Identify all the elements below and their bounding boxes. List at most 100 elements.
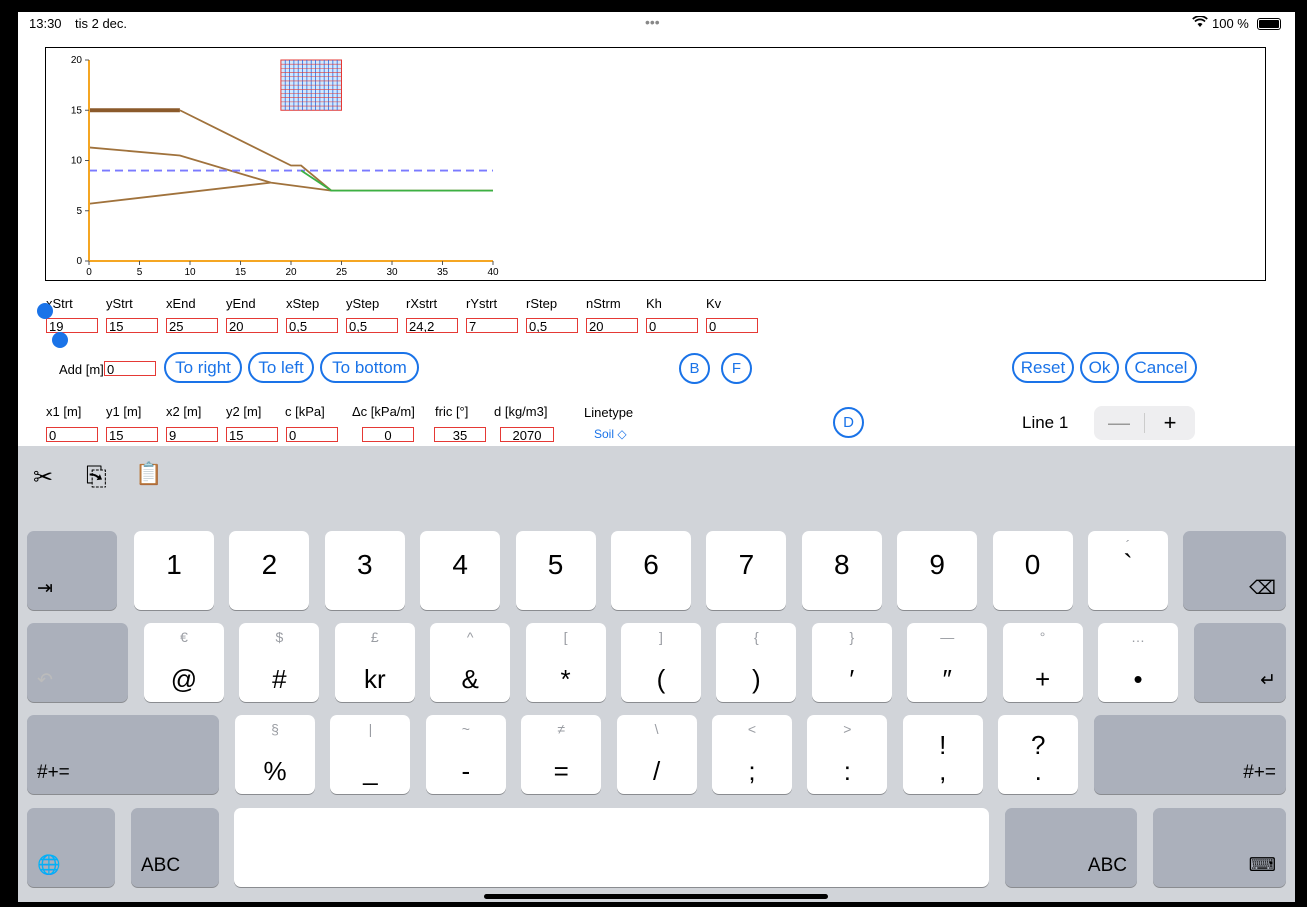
key-r2-4-secondary: [ (563, 629, 568, 645)
add-field[interactable]: 0 (104, 361, 156, 376)
row1-field-4[interactable]: 0,5 (286, 318, 338, 333)
key-9[interactable]: 0 (992, 531, 1073, 610)
to-right-button[interactable]: To right (164, 352, 242, 383)
row1-field-7[interactable]: 7 (466, 318, 518, 333)
x-tick-label: 35 (437, 267, 449, 278)
key-2[interactable]: 3 (324, 531, 405, 610)
row1-field-8[interactable]: 0,5 (526, 318, 578, 333)
row1-field-2[interactable]: 25 (166, 318, 218, 333)
row2-field-6[interactable]: 35 (434, 427, 486, 442)
backspace-key[interactable]: ⌫ (1183, 531, 1286, 610)
key-3-label: 4 (452, 549, 468, 580)
series-line-1 (179, 109, 493, 192)
key-r2-9[interactable]: ° + (1002, 623, 1083, 702)
row2-label-5: Δc [kPa/m] (352, 404, 415, 419)
key-r2-8[interactable]: — ″ (907, 623, 988, 702)
row1-field-11[interactable]: 0 (706, 318, 758, 333)
key-r3-1[interactable]: | _ (330, 715, 411, 794)
x-tick-label: 20 (285, 267, 297, 278)
key-r3-2-secondary: ~ (461, 721, 470, 737)
key-r2-6[interactable]: {) (716, 623, 797, 702)
abc-right-key[interactable]: ABC (1005, 808, 1137, 887)
key-r2-10[interactable]: … • (1098, 623, 1178, 702)
row1-field-3[interactable]: 20 (226, 318, 278, 333)
row2-field-5[interactable]: 0 (362, 427, 414, 442)
key-r2-1[interactable]: $ # (239, 623, 320, 702)
stepper-minus[interactable]: — (1094, 406, 1144, 440)
key-r3-4[interactable]: \ / (616, 715, 697, 794)
linetype-select[interactable]: Soil ◇ (594, 427, 627, 441)
tab-key[interactable]: ⇥ (27, 531, 117, 610)
key-r3-5-secondary: < (747, 721, 757, 737)
row1-field-10[interactable]: 0 (646, 318, 698, 333)
to-left-button[interactable]: To left (248, 352, 314, 383)
key-0[interactable]: 1 (134, 531, 214, 610)
stepper-plus[interactable]: + (1144, 412, 1195, 434)
row2-field-3[interactable]: 15 (226, 427, 278, 442)
key-1[interactable]: 2 (229, 531, 310, 610)
return-key-label: ↵ (1260, 670, 1276, 691)
key-3[interactable]: 4 (420, 531, 501, 610)
to-bottom-button[interactable]: To bottom (320, 352, 419, 383)
key-5[interactable]: 6 (611, 531, 691, 610)
key-4[interactable]: 5 (515, 531, 596, 610)
shift-right-key[interactable]: #+= (1094, 715, 1286, 794)
row1-field-0[interactable]: 19 (46, 318, 98, 333)
key-10[interactable]: ´ ` (1088, 531, 1168, 610)
x-tick-label: 30 (386, 267, 398, 278)
key-r2-0[interactable]: € @ (144, 623, 224, 702)
b-button[interactable]: B (679, 353, 710, 384)
reset-button[interactable]: Reset (1012, 352, 1074, 383)
key-r2-2[interactable]: £ kr (334, 623, 415, 702)
ok-button[interactable]: Ok (1080, 352, 1119, 383)
space-key[interactable] (234, 808, 989, 887)
undo-key[interactable]: ↶ (27, 623, 128, 702)
add-label: Add [m] (59, 362, 104, 377)
key-r2-7[interactable]: } ′ (811, 623, 892, 702)
key-r3-0[interactable]: §% (235, 715, 315, 794)
row2-field-2[interactable]: 9 (166, 427, 218, 442)
multitask-dots[interactable]: ••• (645, 14, 660, 30)
scissors-icon[interactable]: ✂ (33, 463, 53, 492)
copy-icon[interactable]: ⎘ (86, 461, 107, 493)
hide-keyboard-key[interactable]: ⌨ (1153, 808, 1286, 887)
cancel-button[interactable]: Cancel (1125, 352, 1197, 383)
row2-field-0[interactable]: 0 (46, 427, 98, 442)
key-r2-5[interactable]: ]( (621, 623, 701, 702)
key-r3-8[interactable]: ? . (998, 715, 1079, 794)
key-6[interactable]: 7 (706, 531, 787, 610)
key-r3-2[interactable]: ~ - (425, 715, 506, 794)
d-button[interactable]: D (833, 407, 864, 438)
key-7[interactable]: 8 (801, 531, 882, 610)
key-r3-5[interactable]: <; (712, 715, 792, 794)
row1-field-5[interactable]: 0,5 (346, 318, 398, 333)
key-r3-6[interactable]: >: (807, 715, 888, 794)
row2-field-7[interactable]: 2070 (500, 427, 554, 442)
selection-handle-end[interactable] (52, 332, 68, 348)
f-button[interactable]: F (721, 353, 752, 384)
return-key[interactable]: ↵ (1194, 623, 1286, 702)
row1-field-6[interactable]: 24,2 (406, 318, 458, 333)
shift-left-key[interactable]: #+= (27, 715, 219, 794)
key-r2-3[interactable]: ^ & (430, 623, 511, 702)
row1-field-9[interactable]: 20 (586, 318, 638, 333)
key-r3-7[interactable]: ! , (902, 715, 983, 794)
key-r2-4[interactable]: [* (525, 623, 606, 702)
linetype-label: Linetype (584, 405, 634, 420)
selection-handle-start[interactable] (37, 303, 53, 319)
key-r3-8-label: ? . (1030, 730, 1046, 786)
home-indicator[interactable] (484, 894, 828, 899)
key-r2-6-label: ) (752, 664, 761, 694)
paste-icon[interactable]: 📋 (135, 461, 162, 487)
plot-area[interactable]: 0 5 10 15 20 25 30 35 40 0 5 10 15 20 (45, 47, 1266, 281)
key-r3-3[interactable]: ≠ = (521, 715, 602, 794)
key-r3-6-secondary: > (843, 721, 852, 737)
row1-field-1[interactable]: 15 (106, 318, 158, 333)
key-8[interactable]: 9 (897, 531, 978, 610)
row2-label-0: x1 [m] (46, 404, 82, 419)
row2-field-1[interactable]: 15 (106, 427, 158, 442)
abc-left-key[interactable]: ABC (131, 808, 219, 887)
row2-field-4[interactable]: 0 (286, 427, 338, 442)
key-r2-0-label: @ (170, 664, 198, 694)
globe-key[interactable]: 🌐 (27, 808, 115, 887)
